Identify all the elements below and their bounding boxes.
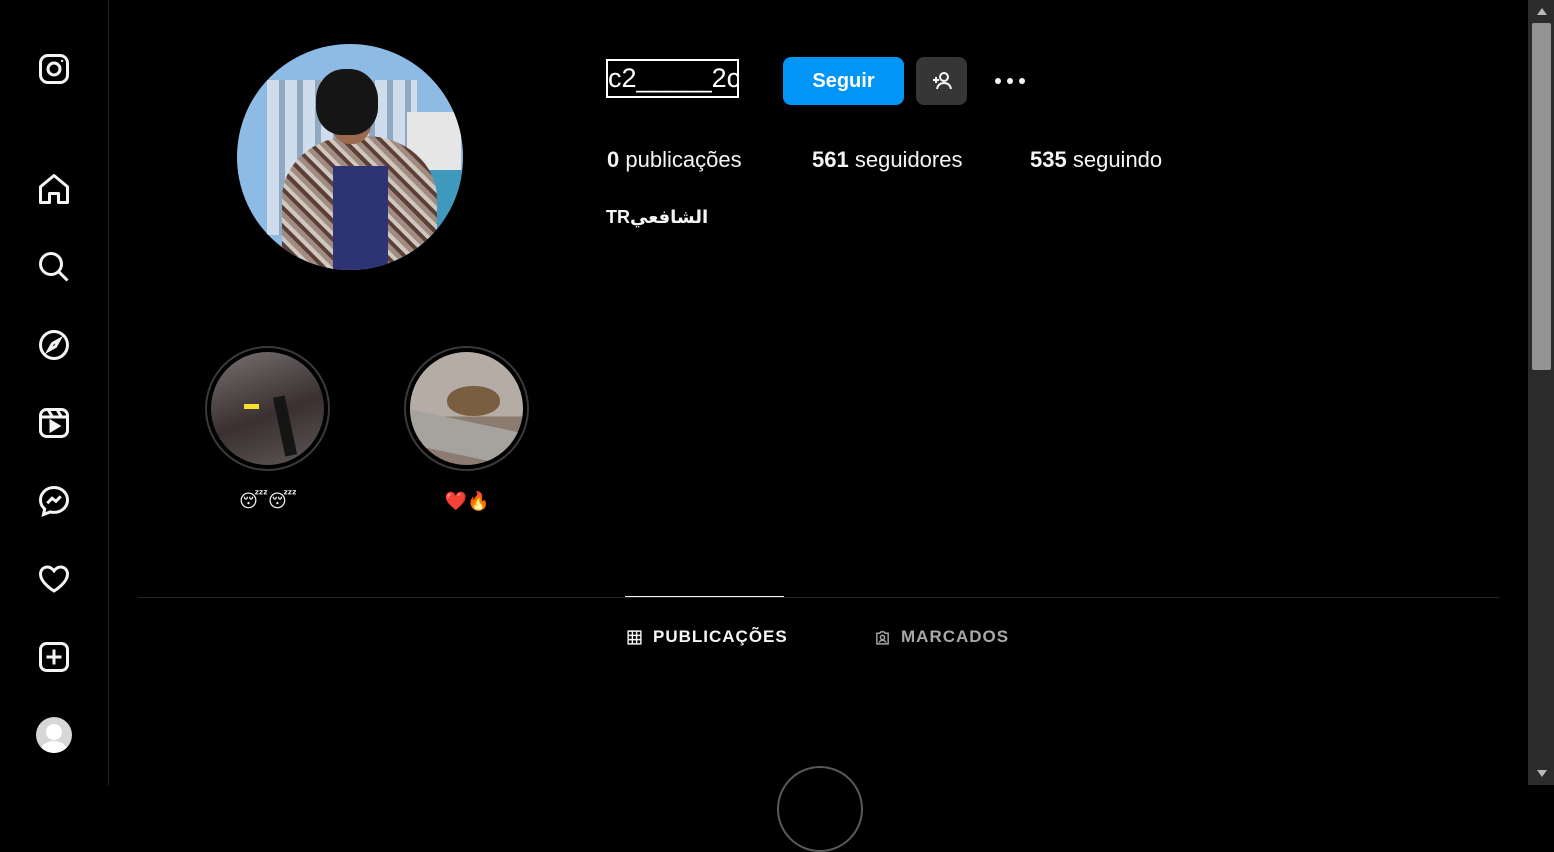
- active-tab-indicator: [625, 596, 784, 597]
- highlight-label: ❤️🔥: [444, 491, 490, 511]
- tab-label: MARCADOS: [901, 627, 1010, 646]
- heart-icon[interactable]: [34, 559, 74, 599]
- tagged-icon: [876, 630, 889, 645]
- followers-label: seguidores: [854, 147, 963, 172]
- add-person-icon: [932, 72, 952, 90]
- story-highlight[interactable]: [205, 346, 330, 471]
- create-icon[interactable]: [34, 637, 74, 677]
- scroll-thumb[interactable]: [1532, 23, 1551, 370]
- profile-main: c2_____2c Seguir 0 publicações 561 segui…: [109, 0, 1528, 852]
- followers-count: 561: [812, 147, 849, 172]
- sidebar: [0, 0, 109, 785]
- reels-icon[interactable]: [34, 403, 74, 443]
- tab-marcados[interactable]: MARCADOS: [874, 626, 1009, 648]
- highlight-cover: [410, 352, 523, 465]
- tab-publicacoes[interactable]: PUBLICAÇÕES: [626, 626, 788, 648]
- posts-stat: 0 publicações: [607, 147, 742, 173]
- scroll-down-icon[interactable]: [1537, 770, 1547, 777]
- photo-hair: [316, 69, 378, 135]
- grid-icon: [627, 629, 642, 645]
- more-options-button[interactable]: [992, 65, 1028, 97]
- search-icon[interactable]: [34, 247, 74, 287]
- highlight-label: 😴😴: [239, 491, 297, 511]
- profile-username: c2_____2c: [606, 59, 739, 98]
- messenger-icon[interactable]: [34, 481, 74, 521]
- home-icon[interactable]: [34, 169, 74, 209]
- following-stat[interactable]: 535 seguindo: [1030, 147, 1162, 173]
- explore-icon[interactable]: [34, 325, 74, 365]
- scroll-up-icon[interactable]: [1537, 8, 1547, 15]
- section-divider: [138, 597, 1499, 598]
- following-label: seguindo: [1072, 147, 1163, 172]
- following-count: 535: [1030, 147, 1067, 172]
- highlight-cover: [211, 352, 324, 465]
- vertical-scrollbar[interactable]: [1528, 0, 1554, 785]
- instagram-logo-icon[interactable]: [34, 49, 74, 89]
- followers-stat[interactable]: 561 seguidores: [812, 147, 962, 173]
- profile-avatar[interactable]: [36, 717, 72, 753]
- suggested-users-button[interactable]: [916, 57, 967, 105]
- empty-posts-icon: [777, 766, 863, 852]
- profile-bio: TRالشافعي: [606, 207, 709, 227]
- photo-shirt: [333, 166, 388, 270]
- tab-label: PUBLICAÇÕES: [653, 627, 788, 646]
- more-icon: [995, 78, 1025, 84]
- profile-photo[interactable]: [237, 44, 463, 270]
- follow-button[interactable]: Seguir: [783, 57, 904, 105]
- story-highlight[interactable]: [404, 346, 529, 471]
- posts-label: publicações: [625, 147, 742, 172]
- posts-count: 0: [607, 147, 620, 172]
